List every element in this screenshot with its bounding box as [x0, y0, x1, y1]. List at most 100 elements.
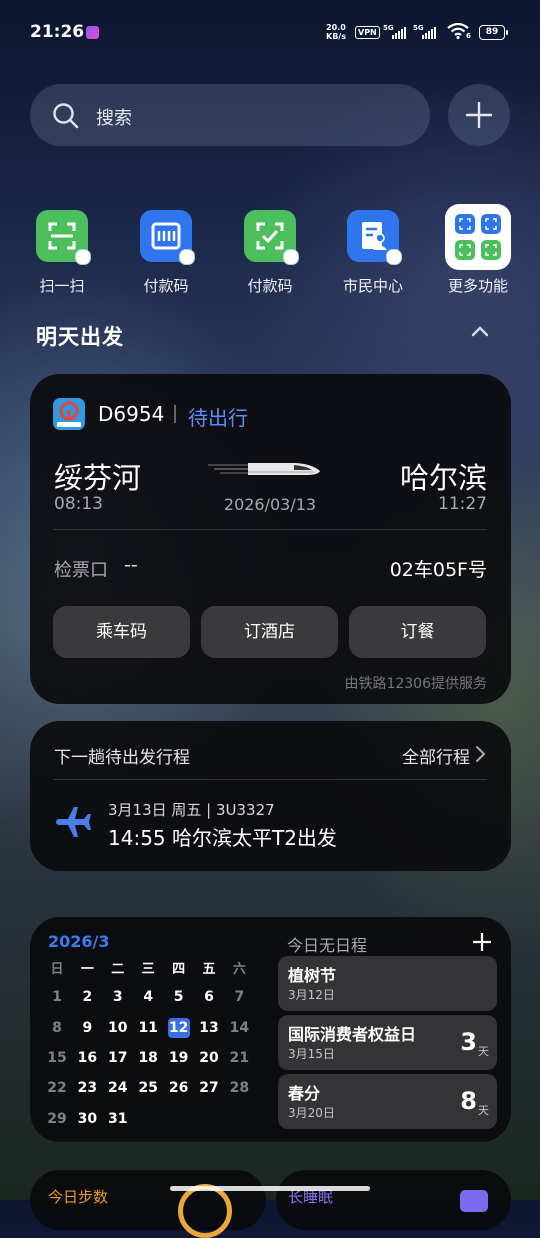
shortcut-wechat-paycode[interactable]: 付款码 [225, 208, 315, 298]
shortcut-citizen-center[interactable]: 市民中心 [328, 208, 418, 298]
no-schedule-label: 今日无日程 [287, 936, 368, 955]
all-trips-link[interactable]: 全部行程 [340, 743, 470, 768]
calendar-day[interactable]: 27 [194, 1078, 224, 1098]
notification-app-icon [86, 26, 99, 39]
calendar-weekday-header: 三 [141, 962, 155, 977]
event-countdown-unit: 天 [478, 1104, 489, 1117]
calendar-day[interactable]: 3 [103, 987, 133, 1007]
calendar-day[interactable]: 30 [72, 1109, 102, 1129]
calendar-day[interactable]: 20 [194, 1048, 224, 1068]
calendar-day[interactable]: 11 [133, 1018, 163, 1038]
calendar-day[interactable]: 16 [72, 1048, 102, 1068]
event-title: 植树节 [288, 966, 337, 985]
event-date: 3月15日 [288, 1047, 335, 1061]
shortcut-label: 更多功能 [447, 277, 508, 295]
calendar-day[interactable]: 7 [224, 987, 254, 1007]
add-button[interactable] [448, 84, 510, 146]
calendar-day[interactable]: 17 [103, 1048, 133, 1068]
add-event-icon[interactable] [472, 932, 492, 952]
airplane-icon [56, 807, 91, 837]
calendar-day[interactable]: 12 [167, 1018, 190, 1038]
divider [53, 779, 487, 780]
calendar-day[interactable]: 5 [164, 987, 194, 1007]
calendar-day[interactable]: 1 [42, 987, 72, 1007]
railway-logo-icon [53, 398, 85, 430]
calendar-day[interactable]: 25 [133, 1078, 163, 1098]
more-functions-icon [445, 204, 511, 270]
separator [174, 405, 176, 423]
event-item[interactable]: 国际消费者权益日 3月15日 3 天 [278, 1015, 497, 1070]
steps-ring-icon [178, 1184, 232, 1238]
ticket-gate-label: 检票口 [54, 560, 108, 581]
event-title: 春分 [288, 1084, 321, 1103]
trip-status: 待出行 [188, 406, 248, 430]
chevron-right-icon[interactable] [474, 745, 486, 763]
event-item[interactable]: 春分 3月20日 8 天 [278, 1074, 497, 1129]
flight-meta: 3月13日 周五 | 3U3327 [108, 801, 275, 819]
alipay-badge-icon [179, 249, 195, 265]
boarding-code-button[interactable]: 乘车码 [53, 606, 190, 658]
ticket-gate-value: -- [124, 554, 138, 576]
calendar-day[interactable]: 18 [133, 1048, 163, 1068]
calendar-weekday-header: 四 [172, 962, 186, 977]
shortcut-label: 付款码 [143, 277, 189, 295]
calendar-day[interactable]: 4 [133, 987, 163, 1007]
shortcut-label: 扫一扫 [39, 277, 85, 295]
calendar-day[interactable]: 8 [42, 1018, 72, 1038]
wechat-badge-icon [283, 249, 299, 265]
alipay-paycode-icon [140, 210, 195, 265]
calendar-day[interactable]: 24 [103, 1078, 133, 1098]
calendar-day[interactable]: 23 [72, 1078, 102, 1098]
event-date: 3月12日 [288, 988, 335, 1002]
shortcut-scan[interactable]: 扫一扫 [17, 208, 107, 298]
calendar-day[interactable]: 29 [42, 1109, 72, 1129]
flight-description: 14:55 哈尔滨太平T2出发 [108, 826, 337, 850]
calendar-day[interactable]: 13 [194, 1018, 224, 1038]
home-indicator[interactable] [170, 1186, 370, 1191]
seat-number: 02车05F号 [389, 559, 487, 581]
shortcut-more-functions[interactable]: 更多功能 [433, 204, 523, 298]
search-input[interactable] [30, 84, 430, 146]
chevron-up-icon[interactable] [468, 320, 492, 344]
divider [53, 529, 487, 530]
event-item[interactable]: 植树节 3月12日 [278, 956, 497, 1011]
calendar-day[interactable]: 21 [224, 1048, 254, 1068]
event-title: 国际消费者权益日 [288, 1025, 417, 1044]
calendar-day[interactable]: 10 [103, 1018, 133, 1038]
calendar-day[interactable]: 26 [164, 1078, 194, 1098]
book-hotel-button[interactable]: 订酒店 [201, 606, 338, 658]
shortcut-label: 市民中心 [342, 277, 403, 295]
calendar-day[interactable]: 15 [42, 1048, 72, 1068]
battery-indicator: 89 [479, 25, 508, 40]
calendar-weekday-header: 五 [202, 962, 216, 977]
calendar-day[interactable]: 19 [164, 1048, 194, 1068]
signal-sim1-icon: 5G [383, 24, 409, 40]
vpn-indicator: VPN [355, 26, 380, 39]
arrival-time: 11:27 [438, 494, 487, 514]
wechat-badge-icon [75, 249, 91, 265]
service-provider: 由铁路12306提供服务 [344, 676, 487, 692]
calendar-day[interactable]: 9 [72, 1018, 102, 1038]
steps-label: 今日步数 [48, 1188, 109, 1206]
scan-icon [36, 210, 91, 265]
calendar-day[interactable]: 14 [224, 1018, 254, 1038]
plus-icon [466, 102, 492, 128]
calendar-day[interactable]: 28 [224, 1078, 254, 1098]
order-meal-button[interactable]: 订餐 [349, 606, 486, 658]
calendar-weekday-header: 二 [111, 962, 125, 977]
shortcut-alipay-paycode[interactable]: 付款码 [121, 208, 211, 298]
calendar-day[interactable]: 22 [42, 1078, 72, 1098]
calendar-weekday-header: 一 [80, 962, 94, 977]
calendar-month-title: 2026/3 [48, 932, 110, 951]
departure-time: 08:13 [54, 494, 103, 514]
calendar-day[interactable]: 31 [103, 1109, 133, 1129]
calendar-day[interactable]: 2 [72, 987, 102, 1007]
alipay-badge-icon [386, 249, 402, 265]
sleep-icon [460, 1190, 488, 1212]
section-title: 明天出发 [36, 325, 124, 349]
event-countdown-unit: 天 [478, 1045, 489, 1058]
next-trip-header: 下一趟待出发行程 [54, 748, 190, 768]
search-icon [53, 103, 79, 129]
arrival-station: 哈尔滨 [400, 461, 488, 495]
calendar-day[interactable]: 6 [194, 987, 224, 1007]
